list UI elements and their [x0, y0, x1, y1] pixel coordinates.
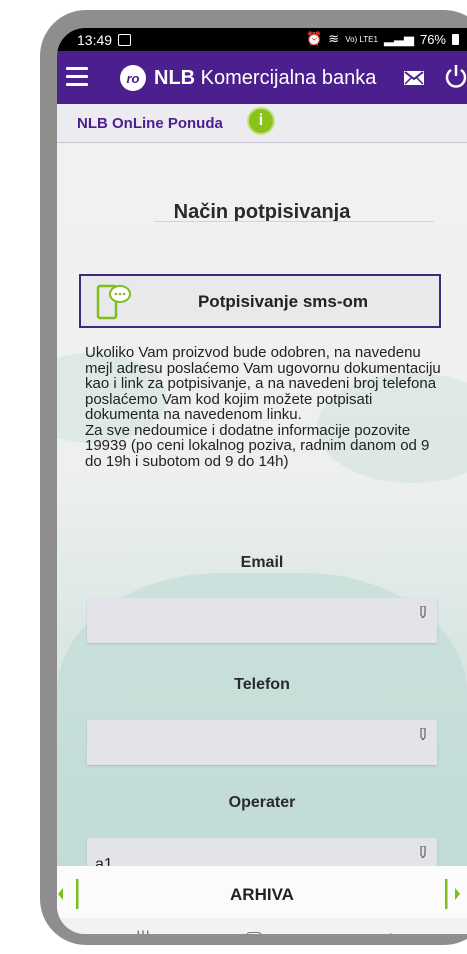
- operator-label: Operater: [228, 794, 296, 811]
- phone-label: Telefon: [234, 676, 290, 693]
- nlb-logo-icon: ro: [120, 65, 146, 91]
- arrow-right-icon[interactable]: [442, 878, 467, 910]
- mail-icon[interactable]: [404, 71, 424, 85]
- sms-signing-button[interactable]: Potpisivanje sms-om: [79, 274, 441, 328]
- brand-name: NLB Komercijalna banka: [154, 67, 376, 90]
- bottom-nav: ARHIVA: [57, 866, 467, 918]
- phone-field[interactable]: [87, 720, 437, 765]
- signal-icon: ▂▃▅: [383, 31, 414, 46]
- brand-rest: Komercijalna banka: [200, 67, 377, 89]
- back-icon[interactable]: <: [382, 928, 393, 934]
- pencil-icon: [420, 846, 426, 858]
- screen: 13:49 ⏰ ≋ Vo) LTE1 ▂▃▅ 76% ro NLB Komerc…: [57, 28, 467, 934]
- offer-bar: NLB OnLine Ponuda i: [57, 104, 467, 143]
- info-icon[interactable]: i: [247, 107, 275, 135]
- archive-label[interactable]: ARHIVA: [57, 885, 467, 905]
- status-time: 13:49: [77, 31, 113, 48]
- power-icon[interactable]: [445, 63, 467, 89]
- sms-signing-label: Potpisivanje sms-om: [197, 292, 369, 311]
- recent-apps-icon[interactable]: |||: [136, 928, 150, 934]
- status-bar: 13:49 ⏰ ≋ Vo) LTE1 ▂▃▅ 76%: [57, 28, 467, 51]
- title-divider: [154, 221, 434, 222]
- wifi-icon: ≋: [328, 31, 340, 46]
- description-text: Ukoliko Vam proizvod bude odobren, na na…: [85, 345, 445, 469]
- offer-label: NLB OnLine Ponuda: [77, 115, 223, 132]
- battery-icon: [452, 33, 459, 45]
- email-field[interactable]: [87, 598, 437, 643]
- battery-text: 76%: [419, 31, 446, 47]
- network-text: Vo) LTE1: [345, 34, 378, 44]
- app-bar: ro NLB Komercijalna banka: [57, 51, 467, 104]
- brand-bold: NLB: [154, 67, 196, 89]
- status-right: ⏰ ≋ Vo) LTE1 ▂▃▅ 76%: [306, 31, 459, 47]
- email-label: Email: [240, 554, 284, 571]
- pencil-icon: [420, 606, 426, 618]
- gallery-icon: [118, 33, 132, 46]
- alarm-icon: ⏰: [306, 31, 323, 46]
- description-paragraph-1: Ukoliko Vam proizvod bude odobren, na na…: [85, 344, 441, 423]
- operator-field[interactable]: a1: [87, 838, 437, 866]
- system-nav-bar: ||| <: [57, 918, 467, 934]
- operator-value: a1: [95, 856, 113, 866]
- description-paragraph-2: Za sve nedoumice i dodatne informacije p…: [85, 421, 430, 470]
- pencil-icon: [420, 728, 426, 740]
- menu-icon[interactable]: [66, 67, 88, 87]
- main-content: Način potpisivanja Potpisivanje sms-om U…: [57, 143, 467, 866]
- home-icon[interactable]: [246, 932, 262, 934]
